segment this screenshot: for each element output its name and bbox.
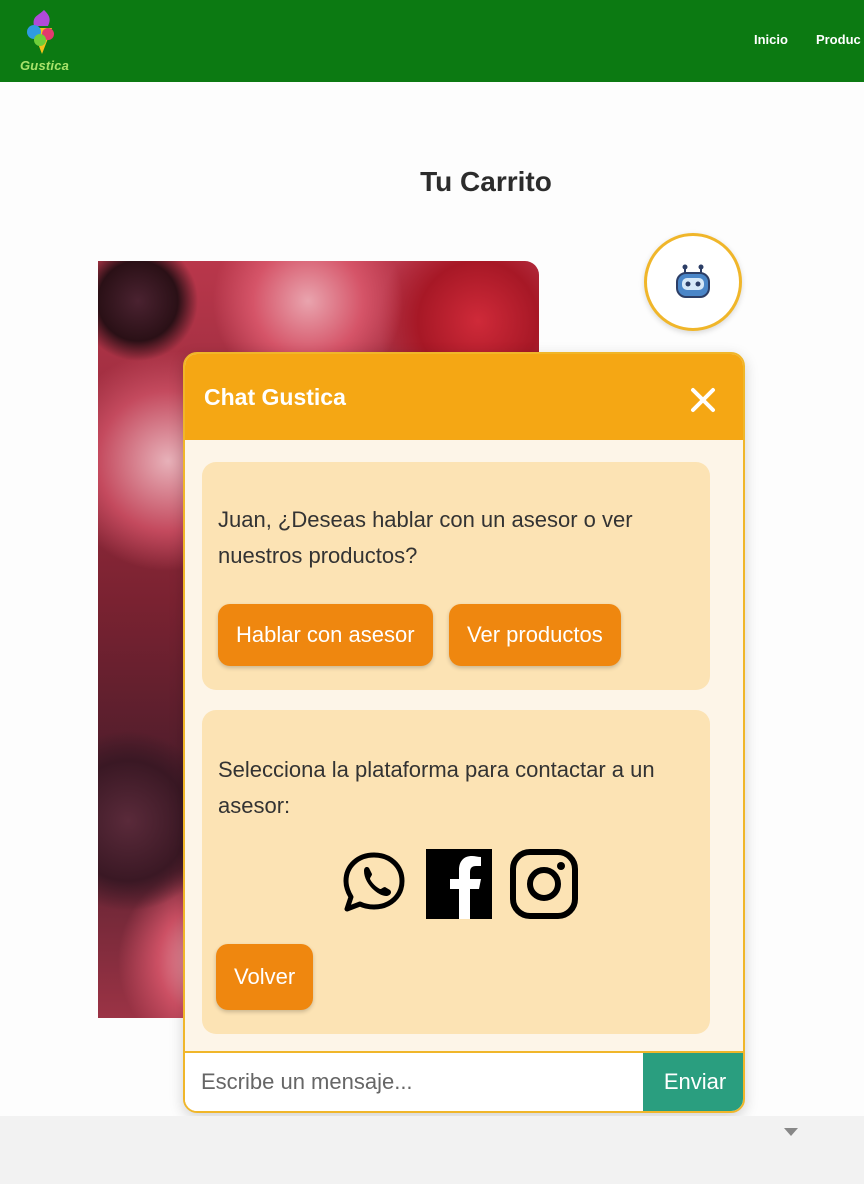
- view-products-button[interactable]: Ver productos: [449, 604, 621, 666]
- chatbot-toggle-button[interactable]: [644, 233, 742, 331]
- instagram-icon[interactable]: [509, 847, 579, 921]
- back-button[interactable]: Volver: [216, 944, 314, 1010]
- chat-title: Chat Gustica: [204, 384, 346, 410]
- brand-name: Gustica: [20, 58, 70, 73]
- logo-icon: [27, 10, 54, 54]
- message-input[interactable]: [185, 1053, 643, 1111]
- chat-panel: Chat Gustica Juan, ¿Deseas hablar con un…: [183, 352, 745, 1113]
- navbar: Gustica Inicio Produc: [0, 0, 864, 82]
- brand-logo[interactable]: Gustica: [8, 6, 74, 74]
- page-title: Tu Carrito: [420, 166, 552, 197]
- close-icon[interactable]: [689, 386, 717, 414]
- robot-icon: [676, 264, 710, 298]
- nav-link-inicio[interactable]: Inicio: [754, 32, 788, 47]
- nav-link-productos[interactable]: Produc: [816, 32, 861, 47]
- whatsapp-icon[interactable]: [342, 847, 406, 921]
- talk-to-advisor-button[interactable]: Hablar con asesor: [218, 604, 433, 666]
- bot-message-options: Juan, ¿Deseas hablar con un asesor o ver…: [202, 462, 710, 690]
- send-button[interactable]: Enviar: [643, 1053, 743, 1111]
- facebook-icon[interactable]: [426, 847, 492, 921]
- message-text: Selecciona la plataforma para contactar …: [218, 757, 655, 818]
- nav-links: Inicio Produc: [754, 32, 861, 47]
- message-text: Juan, ¿Deseas hablar con un asesor o ver…: [218, 507, 633, 568]
- bottom-strip: [0, 1116, 864, 1184]
- chat-header: Chat Gustica: [185, 354, 743, 440]
- chevron-down-icon[interactable]: [783, 1126, 799, 1138]
- bot-message-platforms: Selecciona la plataforma para contactar …: [202, 710, 710, 1034]
- chat-input-row: Enviar: [185, 1051, 743, 1111]
